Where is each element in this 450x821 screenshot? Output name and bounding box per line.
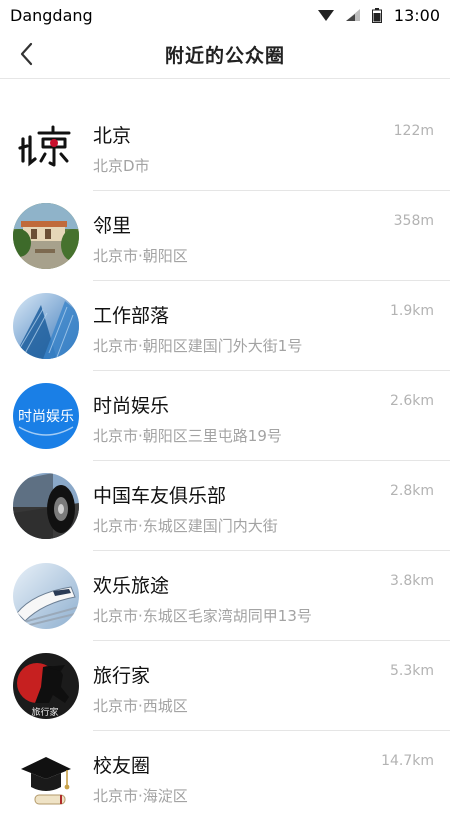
clock-time: 13:00 — [393, 5, 440, 25]
item-address: 北京市·东城区毛家湾胡同甲13号 — [93, 607, 312, 625]
navigation-bar: 附近的公众圈 — [0, 30, 450, 79]
circle-list: 北京 北京D市 122m 邻里 北京市·朝阳区 358m 工作部落 北京市·朝阳… — [0, 101, 450, 821]
page-title: 附近的公众圈 — [164, 44, 285, 67]
chevron-left-icon — [20, 42, 33, 66]
list-item[interactable]: 校友圈 北京市·海淀区 14.7km — [0, 731, 450, 821]
item-text: 工作部落 北京市·朝阳区建国门外大街1号 1.9km — [93, 281, 450, 371]
item-text: 时尚娱乐 北京市·朝阳区三里屯路19号 2.6km — [93, 371, 450, 461]
item-address: 北京市·东城区建国门内大街 — [93, 517, 278, 535]
list-item[interactable]: 欢乐旅途 北京市·东城区毛家湾胡同甲13号 3.8km — [0, 551, 450, 641]
item-address: 北京市·朝阳区 — [93, 247, 188, 265]
item-address: 北京D市 — [93, 157, 150, 175]
item-address: 北京市·海淀区 — [93, 787, 188, 805]
item-text: 北京 北京D市 122m — [93, 101, 450, 191]
train-photo-avatar — [13, 563, 79, 629]
item-name: 中国车友俱乐部 — [93, 485, 227, 507]
list-item[interactable]: 旅行家 旅行家 北京市·西城区 5.3km — [0, 641, 450, 731]
carrier-name: Dangdang — [10, 5, 93, 25]
item-name: 工作部落 — [93, 305, 170, 327]
item-name: 欢乐旅途 — [93, 575, 170, 597]
item-distance: 14.7km — [381, 753, 434, 769]
list-item[interactable]: 工作部落 北京市·朝阳区建国门外大街1号 1.9km — [0, 281, 450, 371]
item-distance: 5.3km — [389, 663, 434, 679]
wifi-icon — [317, 10, 334, 21]
item-address: 北京市·朝阳区建国门外大街1号 — [93, 337, 303, 355]
item-name: 邻里 — [93, 215, 132, 237]
item-distance: 2.6km — [389, 393, 434, 409]
neighborhood-photo-avatar — [13, 203, 79, 269]
item-distance: 358m — [393, 213, 434, 229]
back-button[interactable] — [8, 34, 44, 74]
signal-icon — [345, 9, 360, 21]
fashion-logo-avatar: 时尚娱乐 — [13, 383, 79, 449]
graduation-cap-avatar — [13, 743, 79, 809]
item-address: 北京市·西城区 — [93, 697, 188, 715]
item-address: 北京市·朝阳区三里屯路19号 — [93, 427, 282, 445]
beijing-logo-avatar — [13, 113, 79, 179]
status-bar: Dangdang 13:00 — [0, 0, 450, 30]
item-distance: 3.8km — [389, 573, 434, 589]
car-photo-avatar — [13, 473, 79, 539]
battery-icon — [371, 7, 382, 23]
item-distance: 2.8km — [389, 483, 434, 499]
item-text: 中国车友俱乐部 北京市·东城区建国门内大街 2.8km — [93, 461, 450, 551]
item-name: 旅行家 — [93, 665, 151, 687]
item-text: 校友圈 北京市·海淀区 14.7km — [93, 731, 450, 821]
item-text: 欢乐旅途 北京市·东城区毛家湾胡同甲13号 3.8km — [93, 551, 450, 641]
list-item[interactable]: 时尚娱乐 时尚娱乐 北京市·朝阳区三里屯路19号 2.6km — [0, 371, 450, 461]
item-name: 时尚娱乐 — [93, 395, 170, 417]
list-item[interactable]: 北京 北京D市 122m — [0, 101, 450, 191]
item-text: 旅行家 北京市·西城区 5.3km — [93, 641, 450, 731]
status-icons: 13:00 — [317, 5, 440, 25]
list-item[interactable]: 中国车友俱乐部 北京市·东城区建国门内大街 2.8km — [0, 461, 450, 551]
skyscraper-photo-avatar — [13, 293, 79, 359]
item-name: 北京 — [93, 125, 132, 147]
traveler-logo-avatar: 旅行家 — [13, 653, 79, 719]
traveler-logo-text: 旅行家 — [31, 706, 58, 718]
item-name: 校友圈 — [93, 755, 151, 777]
fashion-logo-text: 时尚娱乐 — [18, 409, 74, 425]
list-item[interactable]: 邻里 北京市·朝阳区 358m — [0, 191, 450, 281]
item-text: 邻里 北京市·朝阳区 358m — [93, 191, 450, 281]
item-distance: 1.9km — [389, 303, 434, 319]
item-distance: 122m — [393, 123, 434, 139]
